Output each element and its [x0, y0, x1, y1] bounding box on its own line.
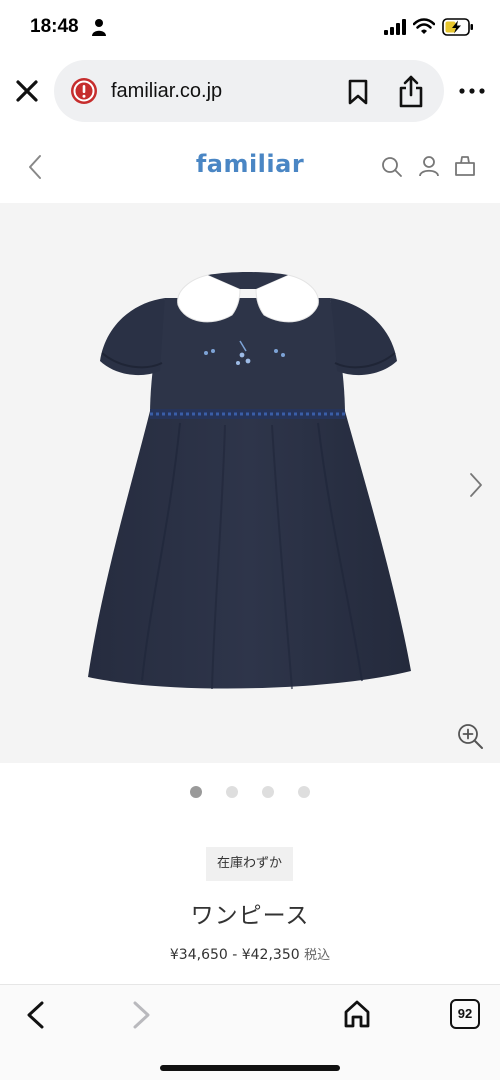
browser-toolbar: 92 [0, 984, 500, 1080]
carousel-dot[interactable] [262, 786, 274, 798]
browser-address-bar: familiar.co.jp [0, 58, 500, 126]
back-icon[interactable] [24, 1000, 46, 1030]
product-image[interactable] [0, 203, 500, 763]
person-icon [92, 19, 106, 36]
shopping-bag-icon[interactable] [454, 155, 476, 177]
zoom-in-icon[interactable] [456, 722, 484, 750]
carousel-dot[interactable] [190, 786, 202, 798]
tax-label: 税込 [304, 948, 331, 963]
product-price: ¥34,650 - ¥42,350 税込 [0, 944, 500, 963]
forward-icon[interactable] [131, 1000, 153, 1030]
carousel-dots [0, 786, 500, 800]
url-field[interactable]: familiar.co.jp [54, 60, 444, 122]
share-icon[interactable] [397, 74, 425, 108]
account-icon[interactable] [418, 155, 440, 177]
home-indicator [160, 1065, 340, 1071]
stock-badge: 在庫わずか [206, 847, 293, 881]
more-icon[interactable] [458, 84, 486, 98]
carousel-dot[interactable] [298, 786, 310, 798]
battery-charging-icon [442, 18, 473, 36]
carousel-dot[interactable] [226, 786, 238, 798]
product-name: ワンピース [190, 903, 310, 929]
status-time: 18:48 [30, 16, 79, 37]
signal-icon [384, 19, 406, 35]
status-bar: 18:48 [0, 0, 500, 56]
tabs-icon[interactable]: 92 [450, 999, 480, 1029]
bookmark-icon[interactable] [346, 79, 370, 105]
warning-icon[interactable] [70, 77, 98, 105]
price-range: ¥34,650 - ¥42,350 [169, 947, 300, 963]
url-text[interactable]: familiar.co.jp [111, 80, 222, 103]
site-header: familiar [0, 132, 500, 202]
home-icon[interactable] [343, 999, 371, 1029]
search-icon[interactable] [381, 156, 403, 178]
close-icon[interactable] [14, 78, 40, 104]
chevron-right-icon[interactable] [468, 471, 484, 499]
product-image-gallery[interactable] [0, 203, 500, 763]
wifi-icon [413, 18, 435, 34]
